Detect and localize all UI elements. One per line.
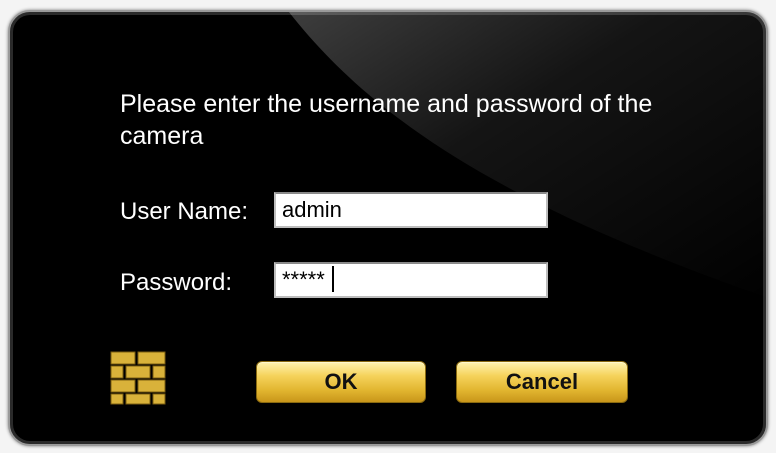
username-input[interactable] xyxy=(274,192,548,228)
ok-button[interactable]: OK xyxy=(256,361,426,403)
cancel-button[interactable]: Cancel xyxy=(456,361,628,403)
password-input[interactable] xyxy=(274,262,548,298)
text-caret xyxy=(332,266,334,292)
firewall-icon xyxy=(110,351,166,405)
screen: Please enter the username and password o… xyxy=(0,0,776,453)
dialog-prompt: Please enter the username and password o… xyxy=(120,90,653,150)
camera-login-dialog: Please enter the username and password o… xyxy=(8,10,768,446)
username-label: User Name: xyxy=(120,198,249,225)
password-label: Password: xyxy=(120,269,233,296)
